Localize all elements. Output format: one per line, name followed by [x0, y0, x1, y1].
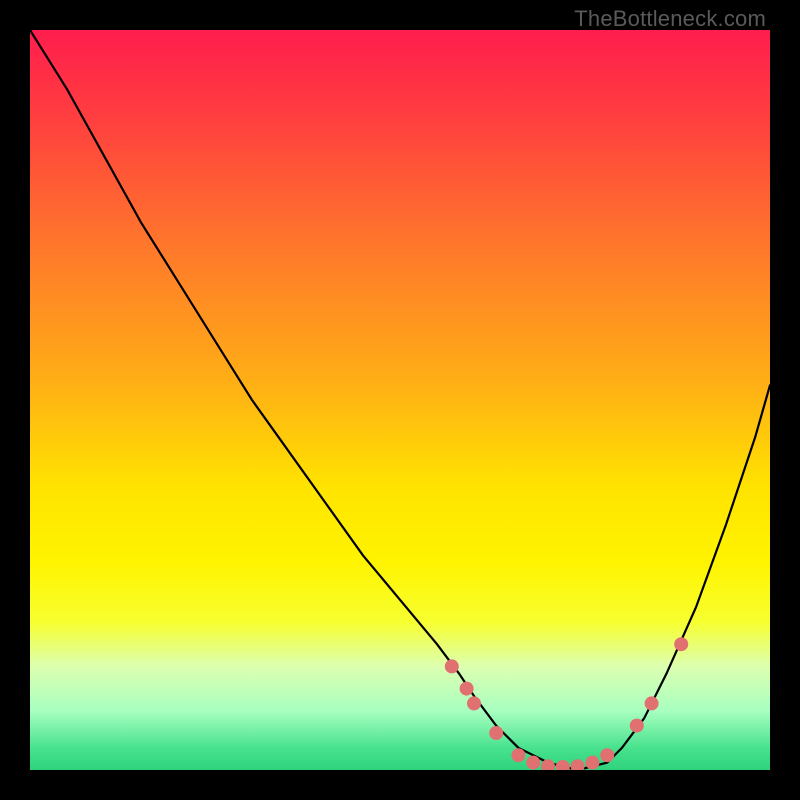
curve-marker — [645, 696, 659, 710]
curve-marker — [585, 756, 599, 770]
chart-frame — [30, 30, 770, 770]
curve-marker — [600, 748, 614, 762]
curve-marker — [674, 637, 688, 651]
curve-marker — [460, 682, 474, 696]
gradient-background — [30, 30, 770, 770]
curve-marker — [445, 659, 459, 673]
bottleneck-chart — [30, 30, 770, 770]
curve-marker — [511, 748, 525, 762]
curve-marker — [489, 726, 503, 740]
watermark-text: TheBottleneck.com — [574, 6, 766, 32]
curve-marker — [630, 719, 644, 733]
curve-marker — [467, 696, 481, 710]
curve-marker — [526, 756, 540, 770]
